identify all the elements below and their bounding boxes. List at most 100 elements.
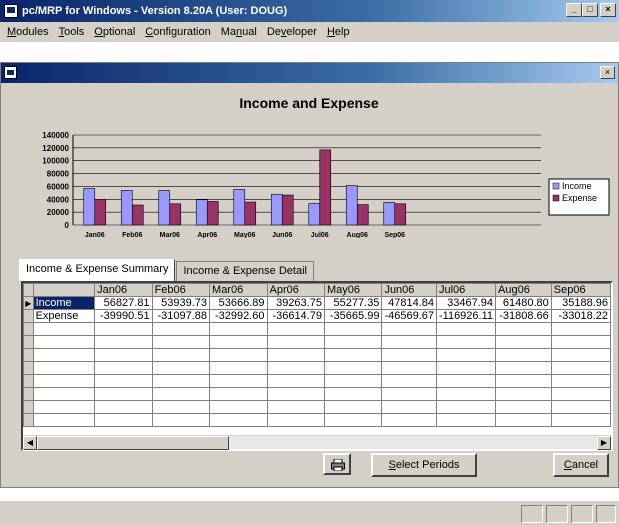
print-button[interactable]	[323, 453, 351, 475]
empty-cell	[94, 361, 153, 375]
child-close-button[interactable]: ×	[600, 66, 615, 79]
empty-cell	[495, 361, 552, 375]
cell[interactable]: 35188.96	[550, 296, 611, 310]
row-label[interactable]: Expense	[32, 309, 96, 323]
menu-item[interactable]: Developer	[262, 26, 322, 38]
menu-item[interactable]: Optional	[89, 26, 140, 38]
cell[interactable]: -31808.66	[495, 309, 552, 323]
expense-bar	[281, 194, 294, 226]
tab[interactable]: Income & Expense Detail	[176, 261, 314, 281]
empty-cell	[495, 374, 552, 388]
empty-cell	[151, 322, 211, 336]
summary-table: Jan06 Feb06 Mar06 Apr06 May06 Jun06 Jul06 Aug06…	[23, 283, 611, 427]
income-bar	[270, 193, 283, 226]
child-title-bar: ×	[1, 63, 618, 83]
close-button[interactable]: ×	[600, 3, 616, 17]
empty-cell	[266, 335, 325, 349]
cell[interactable]: -32992.60	[209, 309, 268, 323]
cell[interactable]: 53939.73	[151, 296, 211, 310]
tab[interactable]: Income & Expense Summary	[19, 259, 176, 281]
select-periods-button[interactable]: Select Periods	[371, 453, 477, 477]
maximize-button[interactable]: □	[582, 3, 598, 17]
empty-cell	[151, 413, 211, 427]
y-tick-label: 60000	[47, 182, 70, 191]
cell[interactable]: 39263.75	[266, 296, 325, 310]
cancel-button[interactable]: Cancel	[553, 453, 609, 477]
empty-cell	[495, 387, 552, 401]
cell[interactable]: 61480.80	[495, 296, 552, 310]
empty-cell	[381, 387, 437, 401]
scroll-left-icon[interactable]: ◀	[23, 436, 37, 450]
column-header[interactable]: Apr06	[266, 283, 325, 297]
cell[interactable]: 53666.89	[209, 296, 268, 310]
column-header[interactable]: Jun06	[381, 283, 437, 297]
empty-cell	[94, 335, 153, 349]
cell[interactable]: 56827.81	[94, 296, 153, 310]
column-header[interactable]: Feb06	[151, 283, 211, 297]
empty-cell	[435, 400, 497, 414]
cell[interactable]: -46569.67	[381, 309, 437, 323]
column-header[interactable]: Jan06	[94, 283, 153, 297]
cell[interactable]: 47814.84	[381, 296, 437, 310]
expense-bar	[244, 201, 257, 226]
menu-item[interactable]: Modules	[2, 26, 54, 38]
empty-cell	[94, 413, 153, 427]
menu-item[interactable]: Configuration	[140, 26, 215, 38]
empty-cell	[32, 361, 96, 375]
table-row[interactable]: Expense -39990.51 -31097.88 -32992.60 -36614…	[23, 309, 611, 323]
empty-cell	[323, 348, 383, 362]
window-title: pc/MRP for Windows - Version 8.20A (User…	[22, 5, 288, 17]
empty-cell	[435, 348, 497, 362]
column-header[interactable]	[32, 283, 96, 297]
cell[interactable]: -31097.88	[151, 309, 211, 323]
empty-cell	[381, 322, 437, 336]
empty-cell	[209, 387, 268, 401]
cell[interactable]: -39990.51	[94, 309, 153, 323]
empty-cell	[209, 348, 268, 362]
empty-cell	[435, 374, 497, 388]
row-label[interactable]: Income	[32, 296, 96, 310]
empty-cell	[550, 361, 611, 375]
column-header[interactable]: May06	[323, 283, 383, 297]
cell[interactable]: -35665.99	[323, 309, 383, 323]
cell[interactable]: -36614.79	[266, 309, 325, 323]
menu-item[interactable]: Help	[322, 26, 355, 38]
expense-legend-swatch	[552, 194, 560, 202]
system-menu-icon[interactable]	[4, 66, 17, 79]
income-expense-window: × Income and Expense 0 20000 40000 60000 8000…	[0, 62, 619, 488]
menu-item[interactable]: Manual	[216, 26, 262, 38]
expense-bar	[169, 203, 182, 226]
column-header[interactable]: Mar06	[209, 283, 268, 297]
summary-grid: Jan06 Feb06 Mar06 Apr06 May06 Jun06 Jul06 Aug06…	[21, 281, 613, 451]
empty-cell	[323, 400, 383, 414]
empty-cell	[435, 413, 497, 427]
empty-row	[23, 348, 611, 362]
empty-cell	[550, 335, 611, 349]
cell[interactable]: 55277.35	[323, 296, 383, 310]
empty-cell	[381, 400, 437, 414]
cell[interactable]: 33467.94	[435, 296, 497, 310]
menu-item[interactable]: Tools	[54, 26, 90, 38]
scroll-thumb[interactable]	[37, 436, 229, 450]
scroll-right-icon[interactable]: ▶	[597, 436, 611, 450]
cell[interactable]: -33018.22	[550, 309, 611, 323]
empty-cell	[94, 348, 153, 362]
empty-cell	[23, 322, 34, 336]
column-header[interactable]: Jul06	[435, 283, 497, 297]
empty-cell	[323, 413, 383, 427]
chart-title: Income and Expense	[239, 95, 378, 111]
horizontal-scrollbar[interactable]: ◀ ▶	[23, 435, 611, 450]
income-bar	[158, 190, 171, 226]
legend-label: Income	[562, 181, 592, 191]
empty-cell	[266, 322, 325, 336]
empty-cell	[266, 400, 325, 414]
column-header[interactable]: Aug06	[495, 283, 552, 297]
menu-bar: Modules Tools Optional Configuration Manual D…	[0, 22, 619, 42]
empty-cell	[209, 322, 268, 336]
income-legend-swatch	[552, 182, 560, 190]
column-header[interactable]: Sep06	[550, 283, 611, 297]
empty-cell	[323, 387, 383, 401]
minimize-button[interactable]: _	[566, 3, 582, 17]
cell[interactable]: -116926.11	[435, 309, 497, 323]
table-row[interactable]: ▶ Income 56827.81 53939.73 53666.89 39263.75 5…	[23, 296, 611, 310]
